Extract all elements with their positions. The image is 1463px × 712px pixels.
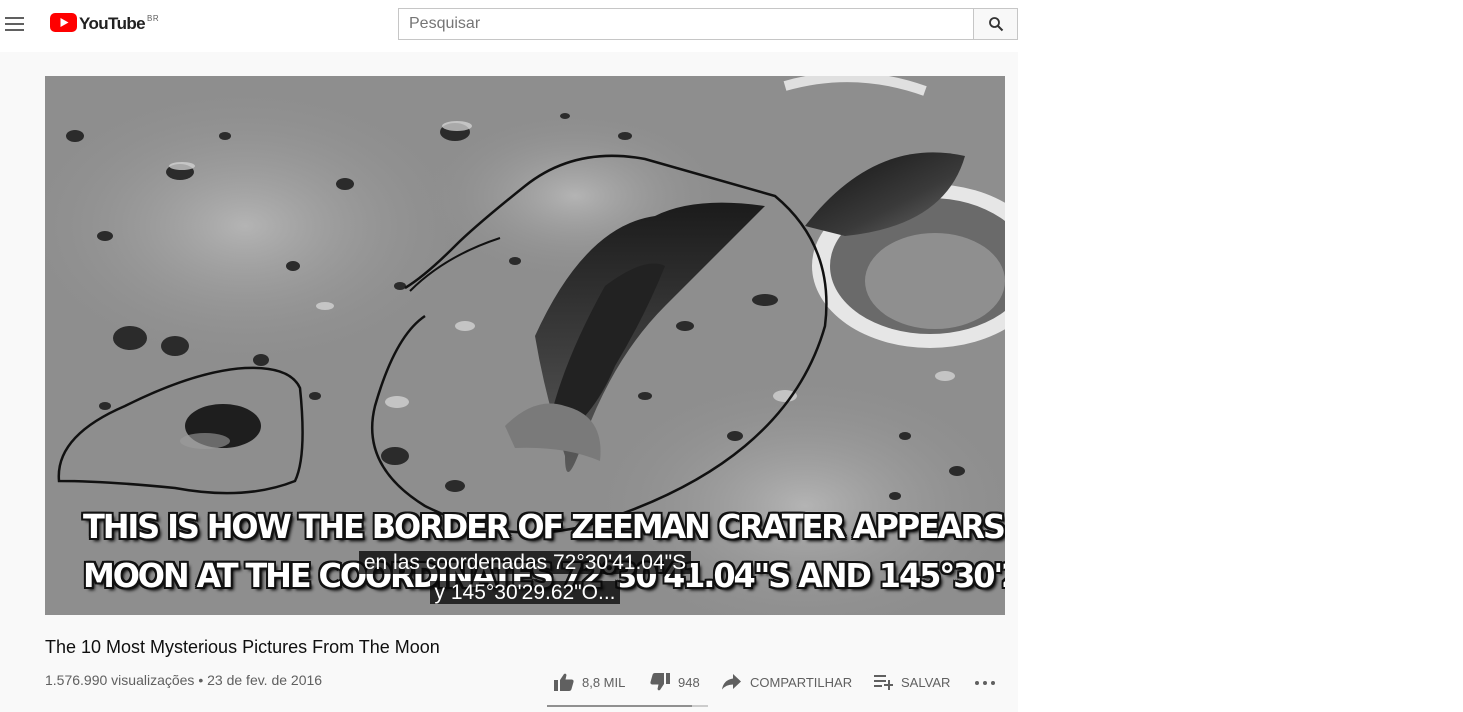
sentiment-bar <box>547 705 708 707</box>
share-button[interactable]: COMPARTILHAR <box>722 670 852 694</box>
sentiment-bar-fill <box>547 705 692 707</box>
like-count: 8,8 MIL <box>582 674 626 690</box>
playlist-add-icon <box>874 675 893 690</box>
save-button[interactable]: SALVAR <box>874 670 950 694</box>
video-title: The 10 Most Mysterious Pictures From The… <box>45 637 440 657</box>
youtube-page: YouTube BR Pesquisar THIS IS HOW THE BOR… <box>0 0 1018 712</box>
video-meta: 1.576.990 visualizações • 23 de fev. de … <box>45 672 322 688</box>
youtube-logo[interactable]: YouTube BR <box>50 13 159 35</box>
save-label: SALVAR <box>901 674 951 690</box>
view-count: 1.576.990 visualizações <box>45 672 195 688</box>
logo-text: YouTube <box>79 14 146 33</box>
share-arrow-icon <box>722 674 741 690</box>
menu-icon[interactable] <box>5 14 25 34</box>
search-icon <box>988 17 1003 32</box>
like-button[interactable]: 8,8 MIL <box>554 670 625 694</box>
meta-separator: • <box>194 672 208 688</box>
search-input[interactable] <box>398 8 974 40</box>
video-player[interactable]: THIS IS HOW THE BORDER OF ZEEMAN CRATER … <box>45 76 1005 615</box>
more-actions-icon[interactable] <box>973 675 997 691</box>
country-code: BR <box>147 14 160 23</box>
thumbs-down-icon <box>650 673 670 691</box>
masthead: YouTube BR <box>0 0 1018 52</box>
dislike-button[interactable]: 948 <box>650 670 700 694</box>
search-button[interactable] <box>973 8 1018 40</box>
thumbs-up-icon <box>554 673 574 691</box>
burned-in-text-line-1: THIS IS HOW THE BORDER OF ZEEMAN CRATER … <box>83 507 1005 546</box>
publish-date: 23 de fev. de 2016 <box>207 672 323 688</box>
youtube-play-icon <box>50 13 77 32</box>
share-label: COMPARTILHAR <box>750 674 853 690</box>
dislike-count: 948 <box>678 674 700 690</box>
burned-in-text-line-2: MOON AT THE COORDINATES 72°30'41.04"S AN… <box>83 556 1005 595</box>
